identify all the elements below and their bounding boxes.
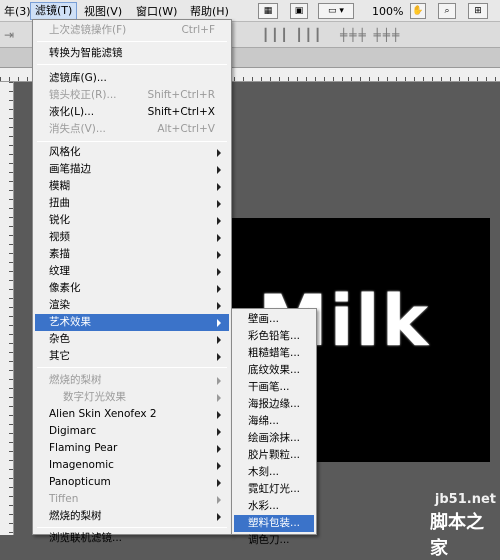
watermark-url: jb51.net — [434, 492, 496, 507]
menu-item-plugin-1[interactable]: 燃烧的梨树 — [35, 372, 229, 389]
menu-item-vanishing-point[interactable]: 消失点(V)... Alt+Ctrl+V — [35, 121, 229, 138]
menu-help[interactable]: 帮助(H) — [186, 4, 233, 19]
menu-item-sharpen[interactable]: 锐化 — [35, 212, 229, 229]
submenu-item-film-grain[interactable]: 胶片颗粒... — [234, 447, 314, 464]
submenu-item-dry-brush[interactable]: 干画笔... — [234, 379, 314, 396]
menu-item-pixelate[interactable]: 像素化 — [35, 280, 229, 297]
submenu-arrow-icon — [217, 336, 221, 344]
submenu-arrow-icon — [217, 319, 221, 327]
menu-item-flaming-pear[interactable]: Flaming Pear — [35, 440, 229, 457]
submenu-arrow-icon — [217, 149, 221, 157]
menu-item-liquify[interactable]: 液化(L)... Shift+Ctrl+X — [35, 104, 229, 121]
screen-mode-icon[interactable]: ▣ — [290, 3, 308, 19]
menu-item-render[interactable]: 渲染 — [35, 297, 229, 314]
submenu-item-rough-pastels[interactable]: 粗糙蜡笔... — [234, 345, 314, 362]
menu-separator — [37, 367, 227, 368]
distribute-icons[interactable]: ╪╪╪ ╪╪╪ — [340, 28, 401, 42]
submenu-arrow-icon — [217, 166, 221, 174]
submenu-arrow-icon — [217, 285, 221, 293]
submenu-arrow-icon — [217, 234, 221, 242]
menu-separator — [37, 527, 227, 528]
submenu-item-poster-edges[interactable]: 海报边缘... — [234, 396, 314, 413]
menu-window[interactable]: 窗口(W) — [132, 4, 181, 19]
menu-item-artistic[interactable]: 艺术效果 — [35, 314, 229, 331]
submenu-arrow-icon — [217, 200, 221, 208]
zoom-tool-icon[interactable]: ⌕ — [438, 3, 456, 19]
artistic-submenu: 壁画... 彩色铅笔... 粗糙蜡笔... 底纹效果... 干画笔... 海报边… — [231, 308, 317, 546]
menu-item-alien-skin[interactable]: Alien Skin Xenofex 2 — [35, 406, 229, 423]
submenu-arrow-icon — [217, 251, 221, 259]
menu-item-smart-filter[interactable]: 转换为智能滤镜 — [35, 45, 229, 62]
menu-item-sketch[interactable]: 素描 — [35, 246, 229, 263]
menu-item-blur[interactable]: 模糊 — [35, 178, 229, 195]
menu-item-filter-gallery[interactable]: 滤镜库(G)... — [35, 70, 229, 87]
tool-options-icon[interactable]: ⇥ — [4, 28, 16, 42]
watermark-text: 脚本之家 — [430, 512, 484, 559]
submenu-arrow-icon — [217, 183, 221, 191]
submenu-arrow-icon — [217, 411, 221, 419]
submenu-arrow-icon — [217, 496, 221, 504]
submenu-item-plastic-wrap[interactable]: 塑料包装... — [234, 515, 314, 532]
submenu-arrow-icon — [217, 513, 221, 521]
menu-item-browse-online[interactable]: 浏览联机滤镜... — [35, 530, 229, 547]
submenu-item-neon-glow[interactable]: 霓虹灯光... — [234, 481, 314, 498]
align-icons[interactable]: ┃┃┃ ┃┃┃ — [262, 28, 323, 42]
menu-item-noise[interactable]: 杂色 — [35, 331, 229, 348]
submenu-item-sponge[interactable]: 海绵... — [234, 413, 314, 430]
hand-tool-icon[interactable]: ✋ — [410, 3, 426, 19]
menu-item-texture[interactable]: 纹理 — [35, 263, 229, 280]
watermark: jb51.net 脚本之家 — [430, 492, 500, 559]
menu-item-distort[interactable]: 扭曲 — [35, 195, 229, 212]
menu-item-panopticum[interactable]: Panopticum — [35, 474, 229, 491]
menu-item-lens-correction[interactable]: 镜头校正(R)... Shift+Ctrl+R — [35, 87, 229, 104]
menu-view[interactable]: 视图(V) — [80, 4, 126, 19]
menu-filter[interactable]: 滤镜(T) — [30, 2, 78, 20]
submenu-item-fresco[interactable]: 壁画... — [234, 311, 314, 328]
menu-separator — [37, 41, 227, 42]
menu-item-brush-strokes[interactable]: 画笔描边 — [35, 161, 229, 178]
submenu-arrow-icon — [217, 353, 221, 361]
menu-item-plugin-2[interactable]: 数字灯光效果 — [35, 389, 229, 406]
submenu-arrow-icon — [217, 479, 221, 487]
menu-item-other[interactable]: 其它 — [35, 348, 229, 365]
submenu-arrow-icon — [217, 377, 221, 385]
menu-separator — [37, 64, 227, 65]
zoom-level[interactable]: 100% — [368, 4, 407, 19]
submenu-item-colored-pencil[interactable]: 彩色铅笔... — [234, 328, 314, 345]
submenu-arrow-icon — [217, 217, 221, 225]
submenu-arrow-icon — [217, 462, 221, 470]
menu-item-tiffen[interactable]: Tiffen — [35, 491, 229, 508]
menu-item-stylize[interactable]: 风格化 — [35, 144, 229, 161]
zoom-select[interactable]: ▭ ▾ — [318, 3, 354, 19]
vertical-ruler — [0, 82, 14, 535]
submenu-item-watercolor[interactable]: 水彩... — [234, 498, 314, 515]
submenu-arrow-icon — [217, 268, 221, 276]
filter-menu: 上次滤镜操作(F) Ctrl+F 转换为智能滤镜 滤镜库(G)... 镜头校正(R… — [32, 19, 232, 544]
submenu-arrow-icon — [217, 428, 221, 436]
menu-item-plugin-3[interactable]: 燃烧的梨树 — [35, 508, 229, 525]
menu-item-imagenomic[interactable]: Imagenomic — [35, 457, 229, 474]
submenu-arrow-icon — [217, 394, 221, 402]
menu-item-last-filter[interactable]: 上次滤镜操作(F) Ctrl+F — [35, 22, 229, 39]
submenu-item-cutout[interactable]: 木刻... — [234, 464, 314, 481]
arrange-icon[interactable]: ⊞ — [468, 3, 488, 19]
submenu-arrow-icon — [217, 302, 221, 310]
submenu-item-underpainting[interactable]: 底纹效果... — [234, 362, 314, 379]
menu-item-video[interactable]: 视频 — [35, 229, 229, 246]
submenu-item-paint-daubs[interactable]: 绘画涂抹... — [234, 430, 314, 447]
menu-item-digimarc[interactable]: Digimarc — [35, 423, 229, 440]
submenu-arrow-icon — [217, 445, 221, 453]
menu-separator — [37, 141, 227, 142]
layout-icon[interactable]: ▦ — [258, 3, 278, 19]
